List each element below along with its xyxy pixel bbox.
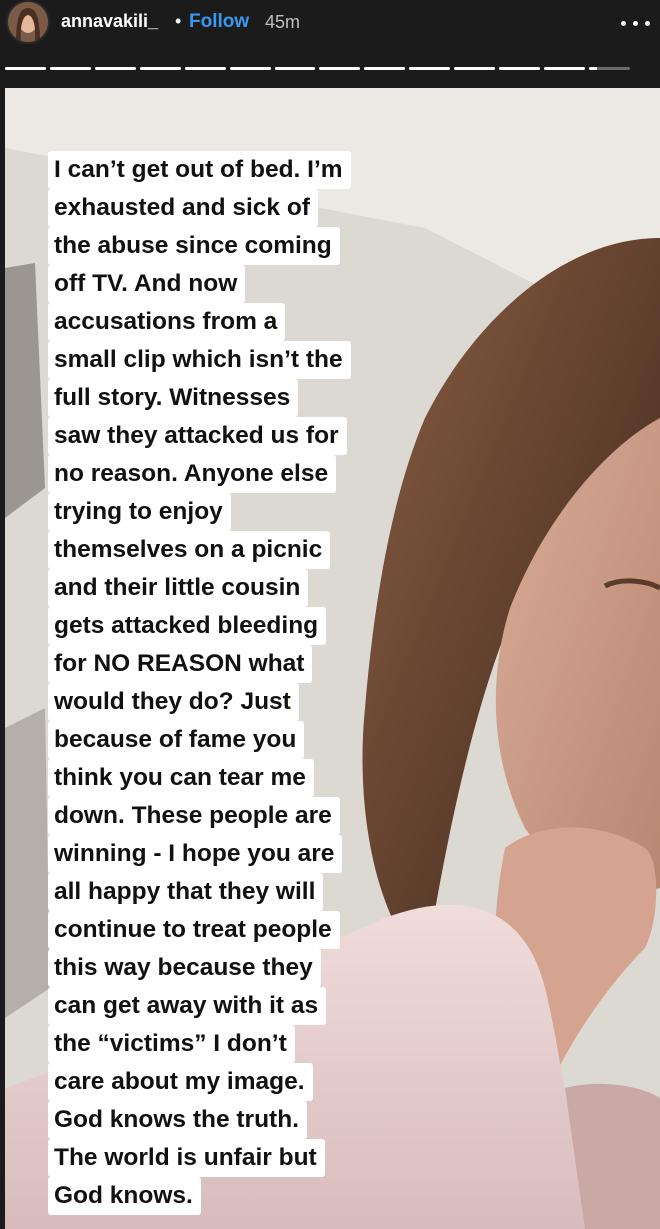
progress-segment [94, 67, 136, 70]
caption-line: would they do? Just [48, 683, 299, 721]
caption-line: for NO REASON what [48, 645, 313, 683]
progress-segment [274, 67, 316, 70]
post-time: 45m [265, 12, 301, 32]
progress-segment [49, 67, 91, 70]
caption-line: God knows the truth. [48, 1101, 307, 1139]
caption-line: the abuse since coming [48, 227, 340, 265]
caption-line: off TV. And now [48, 265, 246, 303]
caption-line: no reason. Anyone else [48, 455, 337, 493]
caption-line: all happy that they will [48, 873, 324, 911]
username-link[interactable]: annavakili_ [61, 11, 158, 32]
caption-line: care about my image. [48, 1063, 313, 1101]
caption-line: and their little cousin [48, 569, 309, 607]
progress-segment [229, 67, 271, 70]
caption-line: trying to enjoy [48, 493, 231, 531]
separator-dot: • [175, 11, 182, 31]
progress-segment [409, 67, 451, 70]
caption-line: winning - I hope you are [48, 835, 343, 873]
profile-avatar[interactable] [8, 2, 48, 42]
caption-line: continue to treat people [48, 911, 340, 949]
progress-segment [454, 67, 496, 70]
story-media[interactable]: I can’t get out of bed. I’m exhausted and… [5, 88, 660, 1229]
follow-button[interactable]: Follow [189, 11, 249, 33]
progress-segment [319, 67, 361, 70]
more-horizontal-icon[interactable] [618, 10, 654, 36]
progress-segment [139, 67, 181, 70]
progress-segment [544, 67, 585, 70]
caption-line: small clip which isn’t the [48, 341, 351, 379]
story-header: annavakili_ • Follow 45m [0, 0, 660, 56]
story-progress-bar [5, 67, 630, 71]
caption-line: saw they attacked us for [48, 417, 347, 455]
caption-line: gets attacked bleeding [48, 607, 327, 645]
caption-line: because of fame you [48, 721, 305, 759]
story-caption: I can’t get out of bed. I’m exhausted and… [48, 151, 468, 1215]
progress-segment [364, 67, 406, 70]
caption-line: The world is unfair but [48, 1139, 325, 1177]
caption-line: the “victims” I don’t [48, 1025, 295, 1063]
caption-line: I can’t get out of bed. I’m [48, 151, 351, 189]
caption-line: can get away with it as [48, 987, 327, 1025]
progress-segment [588, 67, 630, 70]
progress-segment [5, 67, 46, 70]
progress-segment [499, 67, 541, 70]
caption-line: themselves on a picnic [48, 531, 331, 569]
caption-line: this way because they [48, 949, 321, 987]
caption-line: exhausted and sick of [48, 189, 318, 227]
caption-line: think you can tear me [48, 759, 314, 797]
caption-line: down. These people are [48, 797, 340, 835]
caption-line: full story. Witnesses [48, 379, 299, 417]
progress-segment [184, 67, 226, 70]
caption-line: God knows. [48, 1177, 201, 1215]
caption-line: accusations from a [48, 303, 286, 341]
